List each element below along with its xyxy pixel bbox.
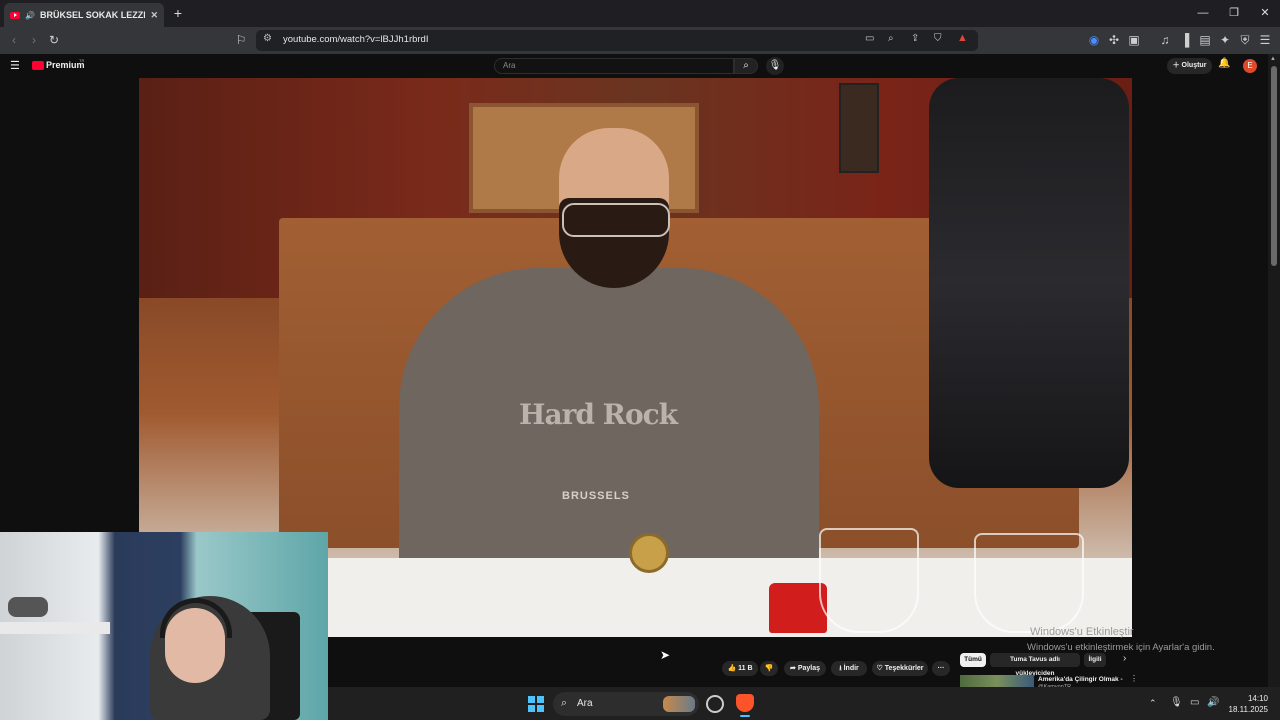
avatar[interactable]: E bbox=[1243, 59, 1257, 73]
thanks-label: Teşekkürler bbox=[884, 665, 924, 672]
page-scrollbar[interactable]: ▲ bbox=[1268, 54, 1280, 687]
url-text: youtube.com/watch?v=lBJJh1rbrdI bbox=[283, 34, 429, 45]
tab-search-icon[interactable]: ▣ bbox=[1125, 31, 1143, 49]
start-button[interactable] bbox=[528, 696, 544, 712]
share-icon[interactable]: ⇪ bbox=[911, 33, 919, 44]
webcam-overlay bbox=[0, 532, 328, 720]
logo-country: TR bbox=[79, 58, 85, 63]
dislike-button[interactable]: 👎 bbox=[760, 661, 778, 676]
chip-all[interactable]: Tümü bbox=[960, 653, 986, 667]
thanks-button[interactable]: ♡ Teşekkürler bbox=[872, 661, 928, 676]
media-icon[interactable]: ♫ bbox=[1156, 31, 1174, 49]
video-shirt-logo: Hard Rock bbox=[519, 398, 678, 431]
chips-next-icon[interactable]: › bbox=[1123, 653, 1126, 664]
taskbar-clock[interactable]: 14:10 18.11.2025 bbox=[1228, 693, 1268, 715]
address-bar[interactable]: ⚙ youtube.com/watch?v=lBJJh1rbrdI ▭ ⌕ ⇪ … bbox=[256, 30, 978, 51]
download-button[interactable]: ⭳ İndir bbox=[831, 661, 867, 676]
youtube-logo-icon[interactable] bbox=[32, 61, 44, 70]
share-button[interactable]: ➦ Paylaş bbox=[784, 661, 826, 676]
back-icon[interactable]: ‹ bbox=[5, 31, 23, 49]
windows-activation-text: Windows'u etkinleştirmek için Ayarlar'a … bbox=[1027, 642, 1215, 653]
minimize-button[interactable]: — bbox=[1192, 4, 1214, 22]
thumbs-down-icon: 👎 bbox=[764, 665, 774, 672]
like-button[interactable]: 👍 11 B bbox=[722, 661, 758, 676]
search-button[interactable]: ⌕ bbox=[734, 58, 758, 74]
browser-tab[interactable]: 🔊 BRÜKSEL SOKAK LEZZETLERİ ✕ bbox=[4, 3, 164, 27]
window-close-button[interactable]: ✕ bbox=[1254, 4, 1276, 22]
guide-menu-icon[interactable]: ☰ bbox=[10, 59, 20, 72]
vpn-icon[interactable]: ⛨ bbox=[1236, 31, 1254, 49]
scroll-up-icon[interactable]: ▲ bbox=[1270, 56, 1276, 62]
tray-mic-icon[interactable]: 🎙 bbox=[1170, 697, 1183, 708]
sidebar-icon[interactable]: ▐ bbox=[1176, 31, 1194, 49]
create-label: Oluştur bbox=[1181, 62, 1207, 69]
scroll-thumb[interactable] bbox=[1271, 66, 1277, 266]
chip-related[interactable]: İlgili bbox=[1084, 653, 1106, 667]
reload-icon[interactable]: ↻ bbox=[45, 31, 63, 49]
tab-close-icon[interactable]: ✕ bbox=[150, 10, 158, 21]
clock-date: 18.11.2025 bbox=[1228, 705, 1268, 714]
video-wine-glass-2 bbox=[974, 533, 1084, 633]
like-count: 11 B bbox=[738, 665, 753, 672]
notifications-bell-icon[interactable]: 🔔 bbox=[1218, 58, 1230, 69]
taskbar-search-icon: ⌕ bbox=[561, 697, 568, 709]
youtube-favicon-icon bbox=[10, 11, 20, 19]
taskbar-app-icon[interactable] bbox=[706, 695, 724, 713]
site-settings-icon[interactable]: ⚙ bbox=[263, 33, 272, 44]
chip-uploader[interactable]: Tuma Tavus adlı yükleyiciden bbox=[990, 653, 1080, 677]
webcam-shelf bbox=[0, 622, 110, 634]
volume-icon[interactable]: 🔊 bbox=[1207, 697, 1219, 708]
mic-icon: 🎙 bbox=[768, 60, 782, 71]
maximize-button[interactable]: ❐ bbox=[1223, 4, 1245, 22]
recommendation-title[interactable]: Amerika'da Çilingir Olmak - bbox=[1038, 676, 1123, 683]
network-icon[interactable]: ▭ bbox=[1190, 697, 1199, 708]
create-button[interactable]: ＋ Oluştur bbox=[1167, 58, 1212, 74]
search-icon: ⌕ bbox=[743, 60, 749, 71]
bookmark-icon[interactable]: ⚐ bbox=[232, 31, 250, 49]
video-shirt-city: BRUSSELS bbox=[562, 490, 630, 502]
brave-browser-icon[interactable] bbox=[736, 694, 754, 712]
cast-icon[interactable]: ▭ bbox=[865, 33, 874, 44]
recommendation-menu-icon[interactable]: ⋮ bbox=[1130, 674, 1138, 683]
zoom-icon[interactable]: ⌕ bbox=[888, 33, 894, 44]
wallet-icon[interactable]: ◉ bbox=[1085, 31, 1103, 49]
ai-icon[interactable]: ✦ bbox=[1216, 31, 1234, 49]
share-label: Paylaş bbox=[797, 665, 820, 672]
webcam-shelf-object bbox=[8, 597, 48, 617]
voice-search-button[interactable]: 🎙 bbox=[766, 57, 784, 75]
download-label: İndir bbox=[843, 665, 859, 672]
video-jacket bbox=[929, 78, 1129, 488]
taskbar-search-label: Ara bbox=[577, 698, 593, 709]
windows-logo-icon bbox=[528, 696, 535, 703]
menu-icon[interactable]: ☰ bbox=[1256, 31, 1274, 49]
clock-time: 14:10 bbox=[1247, 694, 1268, 703]
video-glasses bbox=[562, 203, 670, 237]
extensions-icon[interactable]: ✣ bbox=[1105, 31, 1123, 49]
wallet-app-icon[interactable]: ▤ bbox=[1196, 31, 1214, 49]
forward-icon[interactable]: › bbox=[25, 31, 43, 49]
active-app-indicator bbox=[740, 715, 750, 717]
windows-taskbar bbox=[328, 687, 1280, 720]
search-placeholder: Ara bbox=[503, 61, 516, 70]
shield-icon[interactable]: ⛉ bbox=[934, 33, 942, 44]
video-watch bbox=[629, 533, 669, 573]
windows-activation-title: Windows'u Etkinleştir bbox=[1030, 626, 1134, 638]
new-tab-button[interactable]: + bbox=[170, 4, 186, 22]
more-actions-button[interactable]: ··· bbox=[932, 661, 950, 676]
video-wine-glass bbox=[819, 528, 919, 633]
tray-chevron-icon[interactable]: ⌃ bbox=[1149, 698, 1157, 709]
rewards-icon[interactable]: ▲ bbox=[957, 32, 968, 44]
mouse-cursor-icon: ➤ bbox=[660, 648, 671, 662]
search-highlight-image bbox=[663, 696, 695, 712]
video-frame-picture bbox=[839, 83, 879, 173]
browser-tab-strip: 🔊 BRÜKSEL SOKAK LEZZETLERİ ✕ + — ❐ ✕ bbox=[0, 0, 1280, 27]
tab-title: BRÜKSEL SOKAK LEZZETLERİ bbox=[39, 10, 145, 20]
search-input[interactable]: Ara bbox=[494, 58, 734, 74]
taskbar-search[interactable]: ⌕ Ara bbox=[553, 692, 699, 716]
speaker-icon: 🔊 bbox=[25, 10, 35, 20]
browser-toolbar: ‹ › ↻ ⚐ ⚙ youtube.com/watch?v=lBJJh1rbrd… bbox=[0, 27, 1280, 54]
